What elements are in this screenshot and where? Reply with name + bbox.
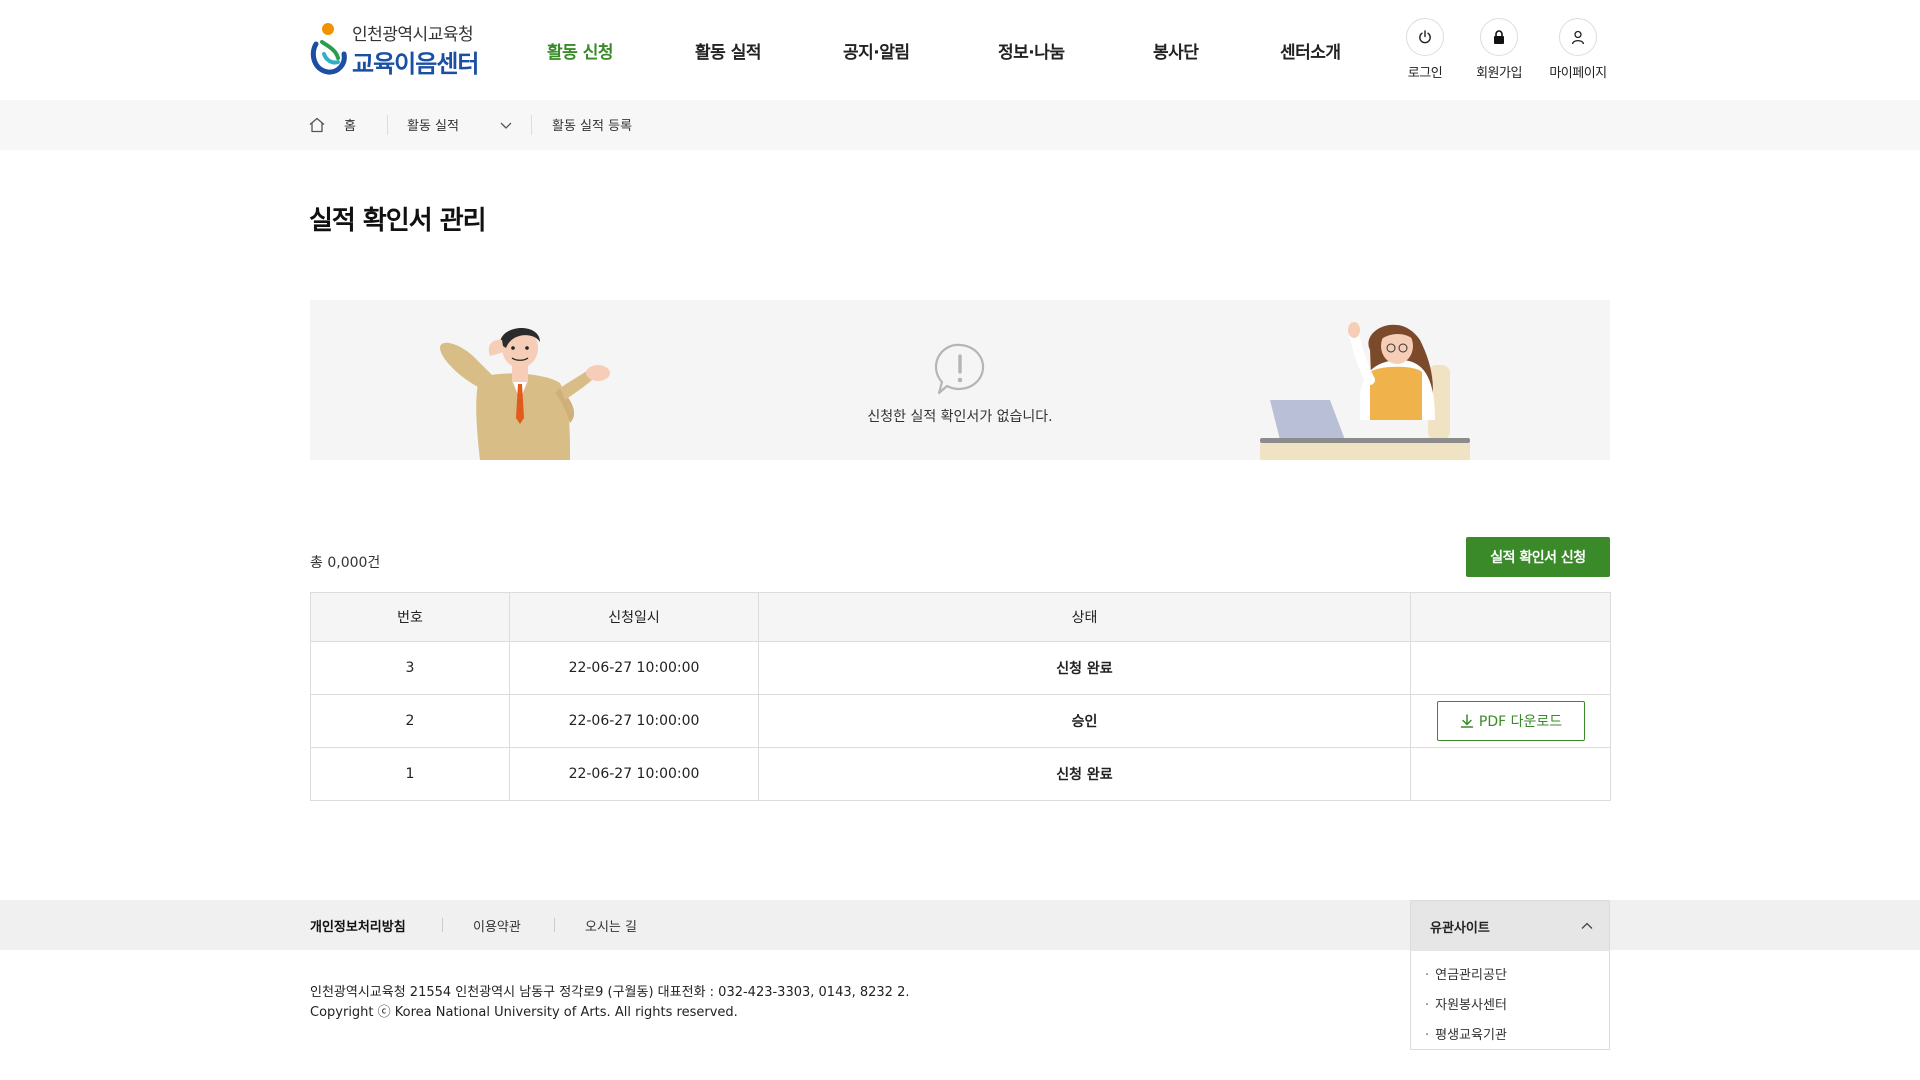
footer-divider <box>442 918 443 932</box>
nav-item-activity-record[interactable]: 활동 실적 <box>695 38 761 64</box>
row-action-cell <box>1410 747 1611 801</box>
row-date: 22-06-27 10:00:00 <box>509 641 759 695</box>
row-status: 신청 완료 <box>758 641 1411 695</box>
footer-address: 인천광역시교육청 21554 인천광역시 남동구 정각로9 (구월동) 대표전화… <box>310 985 910 1000</box>
site-logo[interactable]: 인천광역시교육청 교육이음센터 <box>308 18 488 80</box>
login-label: 로그인 <box>1407 66 1443 81</box>
logo-mark-icon <box>310 23 347 75</box>
table-row: 2 22-06-27 10:00:00 승인 PDF 다운로드 <box>310 694 1611 748</box>
family-site-title: 유관사이트 <box>1430 921 1490 936</box>
family-site-item[interactable]: 연금관리공단 <box>1411 961 1609 991</box>
download-icon <box>1460 714 1474 728</box>
apply-certificate-button[interactable]: 실적 확인서 신청 <box>1466 537 1610 577</box>
nav-item-activity-apply[interactable]: 활동 신청 <box>547 38 613 64</box>
row-action-cell: PDF 다운로드 <box>1410 694 1611 748</box>
row-date: 22-06-27 10:00:00 <box>509 747 759 801</box>
table-row: 3 22-06-27 10:00:00 신청 완료 <box>310 641 1611 695</box>
woman-illustration <box>1260 322 1470 460</box>
row-no: 3 <box>310 641 510 695</box>
column-header-action <box>1410 592 1611 642</box>
user-icon <box>1559 18 1597 56</box>
breadcrumb: 홈 활동 실적 활동 실적 등록 <box>0 100 1920 150</box>
man-illustration <box>440 327 610 460</box>
family-site-dropdown: 유관사이트 연금관리공단 자원봉사센터 평생교육기관 <box>1410 900 1610 1050</box>
mypage-label: 마이페이지 <box>1549 66 1607 81</box>
column-header-no: 번호 <box>310 592 510 642</box>
family-site-toggle[interactable]: 유관사이트 <box>1411 901 1609 951</box>
column-header-status: 상태 <box>758 592 1411 642</box>
site-header: 인천광역시교육청 교육이음센터 활동 신청 활동 실적 공지·알림 정보·나눔 … <box>0 0 1920 100</box>
table-header-row: 번호 신청일시 상태 <box>310 592 1611 642</box>
alert-speech-bubble-icon <box>934 343 985 395</box>
row-status: 승인 <box>758 694 1411 748</box>
breadcrumb-section-select[interactable]: 활동 실적 <box>407 115 459 134</box>
pdf-download-label: PDF 다운로드 <box>1478 714 1563 730</box>
family-site-list: 연금관리공단 자원봉사센터 평생교육기관 <box>1411 951 1609 1051</box>
signup-button[interactable]: 회원가입 <box>1459 18 1539 81</box>
nav-item-center-intro[interactable]: 센터소개 <box>1280 38 1341 64</box>
pdf-download-button[interactable]: PDF 다운로드 <box>1436 701 1585 741</box>
footer-copyright: Copyright ⓒ Korea National University of… <box>310 1005 738 1020</box>
family-site-item[interactable]: 자원봉사센터 <box>1411 991 1609 1021</box>
breadcrumb-divider <box>387 115 388 135</box>
total-count: 총 0,000건 <box>310 555 381 571</box>
directions-link[interactable]: 오시는 길 <box>585 916 637 935</box>
power-icon <box>1406 18 1444 56</box>
breadcrumb-home[interactable]: 홈 <box>344 115 356 134</box>
footer-links-bar: 개인정보처리방침 이용약관 오시는 길 <box>0 900 1920 950</box>
breadcrumb-current: 활동 실적 등록 <box>552 119 633 134</box>
empty-state-message: 신청한 실적 확인서가 없습니다. <box>867 409 1053 425</box>
chevron-up-icon <box>1581 922 1593 929</box>
logo-org-name: 인천광역시교육청 <box>352 25 474 45</box>
row-no: 1 <box>310 747 510 801</box>
home-icon[interactable] <box>308 116 326 134</box>
terms-link[interactable]: 이용약관 <box>473 916 521 935</box>
nav-item-notice[interactable]: 공지·알림 <box>843 38 910 64</box>
privacy-policy-link[interactable]: 개인정보처리방침 <box>310 916 406 935</box>
breadcrumb-divider <box>531 115 532 135</box>
chevron-down-icon[interactable] <box>498 117 514 133</box>
nav-item-info-share[interactable]: 정보·나눔 <box>998 38 1065 64</box>
family-site-item[interactable]: 평생교육기관 <box>1411 1021 1609 1051</box>
logo-center-name: 교육이음센터 <box>352 50 479 78</box>
footer-divider <box>554 918 555 932</box>
lock-icon <box>1480 18 1518 56</box>
login-button[interactable]: 로그인 <box>1385 18 1465 81</box>
row-status: 신청 완료 <box>758 747 1411 801</box>
empty-state-banner: 신청한 실적 확인서가 없습니다. <box>310 300 1610 460</box>
row-no: 2 <box>310 694 510 748</box>
column-header-date: 신청일시 <box>509 592 759 642</box>
nav-item-volunteer[interactable]: 봉사단 <box>1153 38 1199 64</box>
mypage-button[interactable]: 마이페이지 <box>1538 18 1618 81</box>
table-row: 1 22-06-27 10:00:00 신청 완료 <box>310 747 1611 801</box>
row-action-cell <box>1410 641 1611 695</box>
certificate-table: 번호 신청일시 상태 3 22-06-27 10:00:00 신청 완료 2 2… <box>310 592 1611 801</box>
signup-label: 회원가입 <box>1476 66 1522 81</box>
page-title: 실적 확인서 관리 <box>309 206 487 236</box>
row-date: 22-06-27 10:00:00 <box>509 694 759 748</box>
